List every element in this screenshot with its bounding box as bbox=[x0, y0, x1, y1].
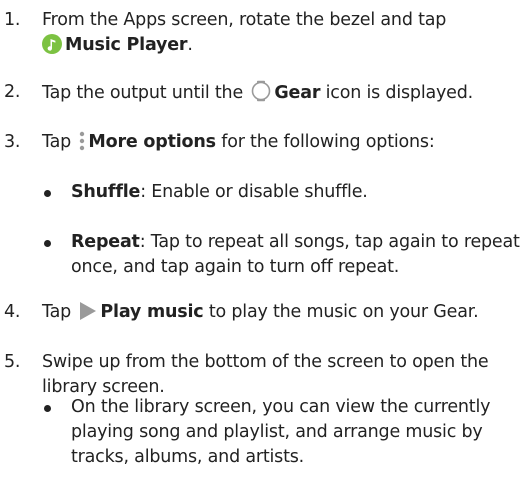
step-number: 4. bbox=[4, 302, 21, 322]
instruction-list: 1. From the Apps screen, rotate the beze… bbox=[4, 10, 520, 467]
step-number: 1. bbox=[4, 10, 21, 30]
more-options-label: More options bbox=[88, 132, 216, 152]
play-icon bbox=[79, 301, 97, 329]
more-options-icon bbox=[79, 131, 85, 159]
step-text: From the Apps screen, rotate the bezel a… bbox=[42, 10, 447, 30]
play-music-label: Play music bbox=[100, 302, 204, 322]
bullet bbox=[44, 405, 51, 412]
gear-watch-icon bbox=[251, 80, 271, 110]
gear-label: Gear bbox=[274, 83, 321, 103]
step-number: 3. bbox=[4, 132, 21, 152]
step-number: 2. bbox=[4, 82, 21, 102]
music-player-label: Music Player bbox=[65, 35, 188, 55]
bullet bbox=[44, 190, 51, 197]
music-player-icon bbox=[42, 34, 62, 62]
bullet bbox=[44, 240, 51, 247]
step-number: 5. bbox=[4, 352, 21, 372]
